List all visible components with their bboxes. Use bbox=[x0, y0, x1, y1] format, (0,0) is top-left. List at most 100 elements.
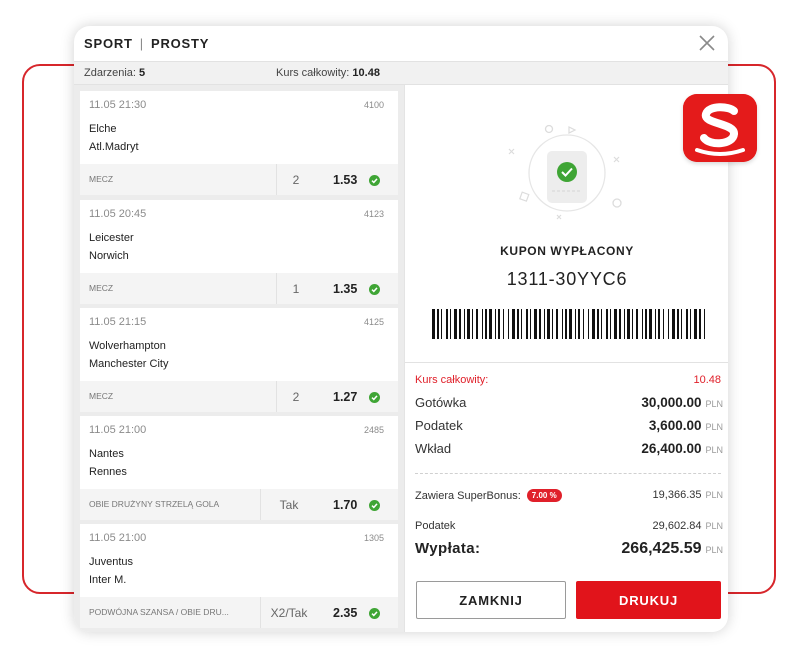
cash-label: Gotówka bbox=[415, 395, 467, 410]
header-separator: | bbox=[139, 36, 144, 51]
close-button[interactable]: ZAMKNIJ bbox=[416, 581, 566, 619]
market-name: OBIE DRUŻYNY STRZELĄ GOLA bbox=[89, 499, 220, 509]
pick: X2/Tak bbox=[270, 606, 308, 620]
check-icon bbox=[369, 608, 380, 619]
odds: 2.35 bbox=[333, 606, 358, 620]
check-icon bbox=[369, 500, 380, 511]
bet-card: 11.05 21:00 2485 Nantes Rennes OBIE DRUŻ… bbox=[80, 416, 398, 520]
tax-row: Podatek 3,600.00 PLN bbox=[415, 418, 723, 434]
total-odds-row: Kurs całkowity: 10.48 bbox=[415, 374, 723, 390]
team-home: Juventus bbox=[89, 556, 134, 568]
event-code: 1305 bbox=[363, 533, 384, 543]
bet-list: 11.05 21:30 4100 Elche Atl.Madryt MECZ 2… bbox=[74, 85, 404, 632]
pick-box: 2 1.27 bbox=[276, 381, 398, 412]
brand-s-logo bbox=[683, 94, 757, 162]
currency: PLN bbox=[705, 521, 723, 531]
currency: PLN bbox=[705, 545, 723, 555]
bet-card: 11.05 21:15 4125 Wolverhampton Mancheste… bbox=[80, 308, 398, 412]
team-home: Wolverhampton bbox=[89, 340, 166, 352]
tax-value: 3,600.00 bbox=[648, 418, 702, 433]
check-icon bbox=[369, 175, 380, 186]
odds: 1.35 bbox=[333, 282, 358, 296]
superbonus-row: Zawiera SuperBonus: 7.00 % 19,366.35 PLN bbox=[415, 489, 723, 505]
event-date: 11.05 20:45 bbox=[89, 208, 147, 220]
coupon-status: KUPON WYPŁACONY bbox=[500, 244, 634, 258]
team-home: Elche bbox=[89, 123, 117, 135]
event-code: 4123 bbox=[363, 209, 384, 219]
market-name: MECZ bbox=[89, 283, 114, 293]
coupon-id: 1311-30YYC6 bbox=[506, 269, 628, 289]
pick: 1 bbox=[292, 282, 300, 296]
modal-header: SPORT | PROSTY bbox=[74, 26, 728, 61]
stake-value: 26,400.00 bbox=[641, 441, 702, 456]
bet-card: 11.05 21:30 4100 Elche Atl.Madryt MECZ 2… bbox=[80, 91, 398, 195]
tax-label: Podatek bbox=[415, 418, 463, 433]
summary-bar: Zdarzenia: 5 Kurs całkowity: 10.48 bbox=[74, 61, 728, 85]
events-count: Zdarzenia: 5 bbox=[84, 67, 146, 79]
divider bbox=[405, 362, 728, 363]
team-away: Manchester City bbox=[89, 358, 169, 370]
odds: 1.70 bbox=[333, 498, 358, 512]
event-code: 4100 bbox=[363, 100, 384, 110]
team-away: Rennes bbox=[89, 466, 127, 478]
event-date: 11.05 21:30 bbox=[89, 99, 147, 111]
print-button[interactable]: DRUKUJ bbox=[576, 581, 721, 619]
event-date: 11.05 21:15 bbox=[89, 316, 147, 328]
bet-row: OBIE DRUŻYNY STRZELĄ GOLA Tak 1.70 bbox=[80, 489, 398, 520]
team-home: Leicester bbox=[89, 232, 134, 244]
currency: PLN bbox=[705, 422, 723, 432]
bet-card: 11.05 21:00 1305 Juventus Inter M. PODWÓ… bbox=[80, 524, 398, 628]
tab-sport[interactable]: SPORT bbox=[84, 36, 133, 51]
bet-row: MECZ 2 1.53 bbox=[80, 164, 398, 195]
bet-card: 11.05 20:45 4123 Leicester Norwich MECZ … bbox=[80, 200, 398, 304]
team-home: Nantes bbox=[89, 448, 124, 460]
tab-simple[interactable]: PROSTY bbox=[151, 36, 209, 51]
pick: 2 bbox=[292, 173, 300, 187]
coupon-modal: SPORT | PROSTY Zdarzenia: 5 Kurs całkowi… bbox=[74, 26, 728, 632]
superbonus-label: Zawiera SuperBonus: bbox=[415, 490, 521, 502]
stake-row: Wkład 26,400.00 PLN bbox=[415, 441, 723, 457]
market-name: MECZ bbox=[89, 391, 114, 401]
check-icon bbox=[369, 392, 380, 403]
market-name: PODWÓJNA SZANSA / OBIE DRU... bbox=[89, 607, 229, 617]
payout-label: Wypłata: bbox=[415, 540, 481, 557]
tax2-label: Podatek bbox=[415, 520, 456, 532]
pick-box: X2/Tak 2.35 bbox=[260, 597, 398, 628]
bet-row: PODWÓJNA SZANSA / OBIE DRU... X2/Tak 2.3… bbox=[80, 597, 398, 628]
team-away: Inter M. bbox=[89, 574, 127, 586]
superbonus-badge: 7.00 % bbox=[526, 489, 562, 502]
pick-box: 1 1.35 bbox=[276, 273, 398, 304]
currency: PLN bbox=[705, 490, 723, 500]
superbonus-value: 19,366.35 bbox=[652, 489, 702, 501]
coupon-paid-illustration bbox=[508, 124, 622, 220]
cash-row: Gotówka 30,000.00 PLN bbox=[415, 395, 723, 411]
payout-value: 266,425.59 bbox=[621, 540, 702, 557]
dashed-divider bbox=[415, 473, 721, 474]
bet-row: MECZ 2 1.27 bbox=[80, 381, 398, 412]
event-date: 11.05 21:00 bbox=[89, 424, 147, 436]
bet-row: MECZ 1 1.35 bbox=[80, 273, 398, 304]
cash-value: 30,000.00 bbox=[641, 395, 702, 410]
pick-box: 2 1.53 bbox=[276, 164, 398, 195]
market-name: MECZ bbox=[89, 174, 114, 184]
event-code: 4125 bbox=[363, 317, 384, 327]
pick-box: Tak 1.70 bbox=[260, 489, 398, 520]
event-code: 2485 bbox=[363, 425, 384, 435]
payout-row: Wypłata: 266,425.59 PLN bbox=[415, 540, 723, 562]
event-date: 11.05 21:00 bbox=[89, 532, 147, 544]
odds: 1.53 bbox=[333, 173, 358, 187]
pick: Tak bbox=[279, 498, 299, 512]
odds: 1.27 bbox=[333, 390, 358, 404]
coupon-panel: KUPON WYPŁACONY 1311-30YYC6 Kurs całkowi… bbox=[404, 85, 728, 632]
total-odds-value: 10.48 bbox=[693, 374, 721, 386]
check-icon bbox=[369, 284, 380, 295]
stake-label: Wkład bbox=[415, 441, 452, 456]
team-away: Atl.Madryt bbox=[89, 141, 139, 153]
total-odds-label: Kurs całkowity: bbox=[415, 374, 489, 386]
close-icon[interactable] bbox=[696, 32, 718, 54]
team-away: Norwich bbox=[89, 250, 129, 262]
pick: 2 bbox=[292, 390, 300, 404]
tax2-row: Podatek 29,602.84 PLN bbox=[415, 520, 723, 536]
tax2-value: 29,602.84 bbox=[652, 520, 702, 532]
summary-total-odds: Kurs całkowity: 10.48 bbox=[276, 67, 380, 79]
